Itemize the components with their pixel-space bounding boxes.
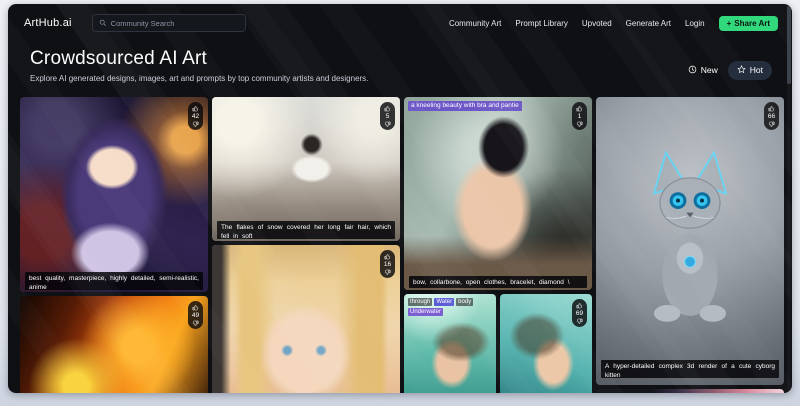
plus-icon: + [727, 19, 732, 28]
thumbs-up-icon[interactable] [384, 105, 391, 112]
thumbs-down-icon[interactable] [576, 318, 583, 325]
grid-column-3: a kneeling beauty with bra and pantie 1 … [404, 97, 592, 393]
vote-count: 69 [576, 310, 583, 317]
vote-count: 66 [768, 113, 775, 120]
thumbs-up-icon[interactable] [576, 105, 583, 112]
nav-login[interactable]: Login [685, 19, 705, 28]
nav-upvoted[interactable]: Upvoted [582, 19, 612, 28]
vote-widget: 42 [188, 102, 203, 130]
grid-column-2: 5 The flakes of snow covered her long fa… [212, 97, 400, 393]
nav-prompt-library[interactable]: Prompt Library [515, 19, 567, 28]
thumbs-down-icon[interactable] [384, 121, 391, 128]
hero-section: Crowdsourced AI Art Explore AI generated… [30, 48, 772, 83]
thumbs-up-icon[interactable] [192, 304, 199, 311]
art-card-underwater-right[interactable]: 69 [500, 294, 592, 393]
art-card-underwater-left[interactable]: through Water body Underwater [404, 294, 496, 393]
thumbs-down-icon[interactable] [192, 121, 199, 128]
vote-widget: 66 [764, 102, 779, 130]
vote-widget: 49 [188, 301, 203, 329]
thumbs-down-icon[interactable] [192, 320, 199, 327]
vote-count: 5 [386, 113, 390, 120]
scrollbar-thumb[interactable] [787, 6, 791, 84]
cyborg-cat-illustration [630, 114, 750, 364]
artwork-kneeling-image [404, 97, 592, 290]
sort-new-button[interactable]: New [688, 65, 718, 76]
art-card-cyborg-cat[interactable]: 66 A hyper-detailed complex 3d render of… [596, 97, 784, 385]
grid-column-4: 66 A hyper-detailed complex 3d render of… [596, 97, 784, 393]
grid-subrow: through Water body Underwater 69 [404, 294, 592, 393]
art-card-blonde-portrait[interactable]: 16 [212, 245, 400, 393]
artwork-anime-girl-image [20, 97, 208, 292]
vote-widget: 16 [380, 250, 395, 278]
arthub-logo[interactable]: ArtHub.ai [24, 17, 72, 29]
tag[interactable]: Underwater [408, 308, 443, 316]
tag-list: through Water body Underwater [408, 298, 492, 316]
vote-count: 16 [384, 261, 391, 268]
share-art-label: Share Art [734, 19, 770, 28]
thumbs-up-icon[interactable] [768, 105, 775, 112]
vote-widget: 1 [572, 102, 587, 130]
thumbs-up-icon[interactable] [192, 105, 199, 112]
art-card-kneeling[interactable]: a kneeling beauty with bra and pantie 1 … [404, 97, 592, 290]
star-icon [737, 65, 746, 76]
search-input[interactable] [111, 19, 239, 28]
vote-count: 42 [192, 113, 199, 120]
sort-new-label: New [701, 65, 718, 75]
nav-generate-art[interactable]: Generate Art [626, 19, 671, 28]
hero-text: Crowdsourced AI Art Explore AI generated… [30, 48, 368, 83]
tag[interactable]: through [408, 298, 432, 306]
artwork-partial-image [596, 389, 784, 393]
artwork-classroom-image [212, 97, 400, 241]
clock-icon [688, 65, 697, 76]
artwork-blonde-portrait-image [212, 245, 400, 393]
thumbs-down-icon[interactable] [768, 121, 775, 128]
thumbs-down-icon[interactable] [576, 121, 583, 128]
share-art-button[interactable]: + Share Art [719, 16, 778, 31]
artwork-title-highlight[interactable]: a kneeling beauty with bra and pantie [408, 101, 522, 111]
artwork-cyborg-cat-image [596, 97, 784, 385]
thumbs-up-icon[interactable] [576, 302, 583, 309]
search-icon [99, 14, 107, 32]
nav-community-art[interactable]: Community Art [449, 19, 501, 28]
thumbs-down-icon[interactable] [384, 269, 391, 276]
page-subtitle: Explore AI generated designs, images, ar… [30, 74, 368, 83]
sort-hot-label: Hot [750, 65, 763, 75]
sort-hot-button[interactable]: Hot [728, 61, 772, 80]
art-grid: 42 best quality, masterpiece, highly det… [20, 97, 784, 393]
vote-widget: 69 [572, 299, 587, 327]
grid-column-1: 42 best quality, masterpiece, highly det… [20, 97, 208, 393]
art-card-fire[interactable]: 49 [20, 296, 208, 393]
arthub-app-window: ArtHub.ai Community Art Prompt Library U… [8, 4, 792, 393]
vote-count: 1 [578, 113, 582, 120]
tag[interactable]: body [456, 298, 473, 306]
page-title: Crowdsourced AI Art [30, 48, 368, 70]
tag[interactable]: Water [434, 298, 454, 306]
artwork-fire-image [20, 296, 208, 393]
scrollbar[interactable] [787, 6, 791, 391]
vote-widget: 5 [380, 102, 395, 130]
sort-controls: New Hot [688, 57, 772, 83]
nav-links: Community Art Prompt Library Upvoted Gen… [449, 16, 778, 31]
vote-count: 49 [192, 312, 199, 319]
thumbs-up-icon[interactable] [384, 253, 391, 260]
art-card-classroom[interactable]: 5 The flakes of snow covered her long fa… [212, 97, 400, 241]
prompt-caption[interactable]: A hyper-detailed complex 3d render of a … [601, 360, 779, 378]
prompt-caption[interactable]: best quality, masterpiece, highly detail… [25, 272, 203, 290]
prompt-caption[interactable]: bow, collarbone, open clothes, bracelet,… [409, 276, 587, 288]
prompt-caption[interactable]: The flakes of snow covered her long fair… [217, 221, 395, 239]
art-card-partial[interactable] [596, 389, 784, 393]
art-card-anime-girl[interactable]: 42 best quality, masterpiece, highly det… [20, 97, 208, 292]
community-search-box[interactable] [92, 14, 246, 32]
top-navbar: ArtHub.ai Community Art Prompt Library U… [24, 12, 778, 34]
